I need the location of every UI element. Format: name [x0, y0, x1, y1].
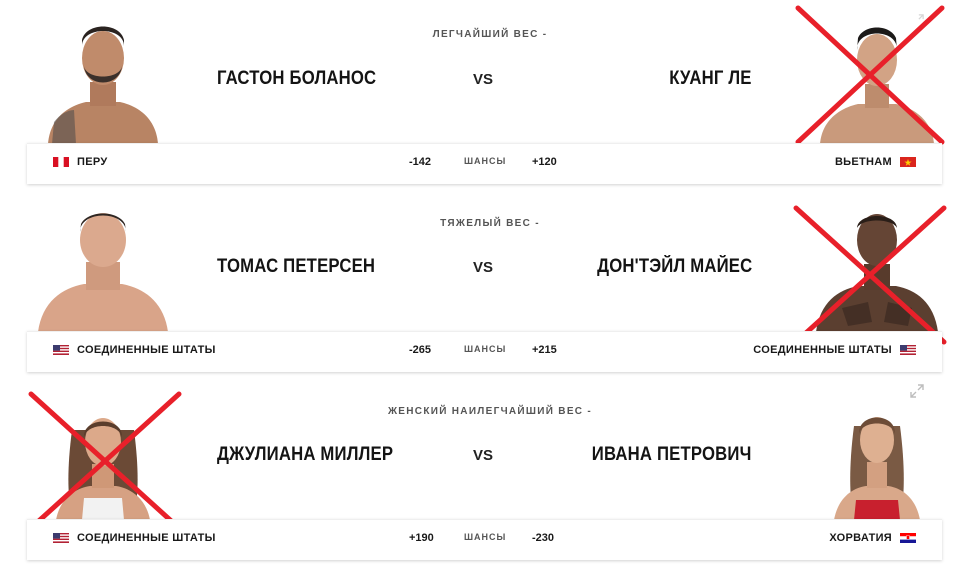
odds-blue: +120 [532, 156, 557, 168]
fighter-photo-red[interactable] [38, 198, 168, 332]
odds-label: ШАНСЫ [464, 532, 507, 542]
odds-label: ШАНСЫ [464, 156, 507, 166]
fighter-photo-red[interactable] [38, 10, 168, 144]
fighter-country-red: СОЕДИНЕННЫЕ ШТАТЫ [53, 532, 216, 544]
fighter-country-blue: ВЬЕТНАМ [835, 156, 916, 168]
country-label: ВЬЕТНАМ [834, 156, 892, 168]
country-label: ПЕРУ [77, 156, 108, 168]
fighter-name-red[interactable]: ГАСТОН БОЛАНОС [217, 68, 376, 90]
fighter-photo-red[interactable] [38, 386, 168, 520]
fighter-photo-blue[interactable] [812, 386, 942, 520]
fighter-country-red: ПЕРУ [53, 156, 107, 168]
odds-blue: -230 [532, 532, 555, 544]
usa-flag-icon [900, 345, 916, 355]
fighter-country-red: СОЕДИНЕННЫЕ ШТАТЫ [53, 344, 216, 356]
vs-label: VS [473, 71, 494, 88]
expand-icon[interactable] [910, 384, 924, 398]
vietnam-flag-icon [900, 157, 916, 167]
fighter-name-red[interactable]: ДЖУЛИАНА МИЛЛЕР [217, 444, 393, 466]
fighter-name-red[interactable]: ТОМАС ПЕТЕРСЕН [217, 256, 375, 278]
fighter-name-blue[interactable]: КУАНГ ЛЕ [670, 68, 752, 90]
country-label: СОЕДИНЕННЫЕ ШТАТЫ [77, 532, 216, 544]
vs-label: VS [473, 259, 494, 276]
vs-label: VS [473, 447, 494, 464]
odds-red: -265 [409, 344, 432, 356]
usa-flag-icon [53, 533, 69, 543]
fighter-name-blue[interactable]: ДОН'ТЭЙЛ МАЙЕС [597, 256, 752, 278]
peru-flag-icon [53, 157, 69, 167]
odds-bar: ПЕРУ -142 ШАНСЫ +120 ВЬЕТНАМ [27, 143, 942, 184]
usa-flag-icon [53, 345, 69, 355]
bout-card[interactable]: ЖЕНСКИЙ НАИЛЕГЧАЙШИЙ ВЕС - ДЖУЛИАНА МИЛЛ… [0, 376, 980, 564]
fighter-country-blue: СОЕДИНЕННЫЕ ШТАТЫ [753, 344, 916, 356]
odds-bar: СОЕДИНЕННЫЕ ШТАТЫ +190 ШАНСЫ -230 ХОРВАТ… [27, 519, 942, 560]
bout-card[interactable]: ТЯЖЕЛЫЙ ВЕС - ТОМАС ПЕТЕРСЕН VS ДОН'ТЭЙЛ… [0, 188, 980, 376]
country-label: СОЕДИНЕННЫЕ ШТАТЫ [753, 344, 892, 356]
odds-blue: +215 [532, 344, 557, 356]
fighter-photo-blue[interactable] [812, 198, 942, 332]
fighter-country-blue: ХОРВАТИЯ [829, 532, 916, 544]
expand-icon[interactable] [912, 14, 924, 26]
croatia-flag-icon [900, 533, 916, 543]
fighter-photo-blue[interactable] [812, 10, 942, 144]
bout-card[interactable]: ЛЕГЧАЙШИЙ ВЕС - ГАСТОН БОЛАНОС VS КУАНГ … [0, 0, 980, 188]
country-label: СОЕДИНЕННЫЕ ШТАТЫ [77, 344, 216, 356]
fighter-name-blue[interactable]: ИВАНА ПЕТРОВИЧ [592, 444, 752, 466]
country-label: ХОРВАТИЯ [829, 532, 892, 544]
odds-label: ШАНСЫ [464, 344, 507, 354]
odds-bar: СОЕДИНЕННЫЕ ШТАТЫ -265 ШАНСЫ +215 СОЕДИН… [27, 331, 942, 372]
odds-red: +190 [409, 532, 434, 544]
odds-red: -142 [409, 156, 432, 168]
